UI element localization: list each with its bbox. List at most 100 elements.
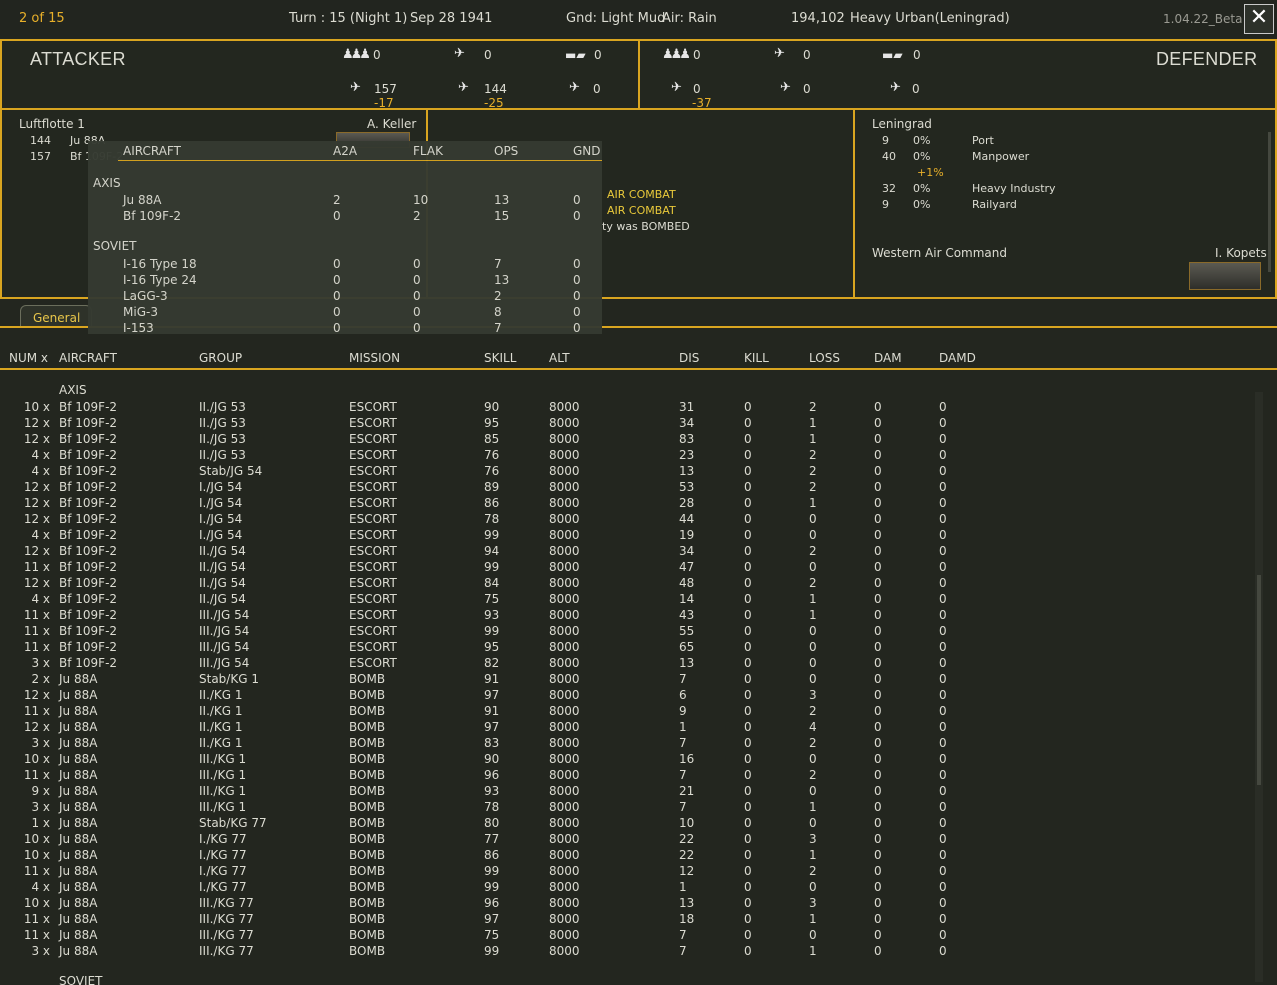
table-cell: I./KG 77 <box>199 864 247 878</box>
table-cell: I./JG 54 <box>199 480 243 494</box>
table-cell: 0 <box>809 624 817 638</box>
table-cell: Bf 109F-2 <box>59 544 118 558</box>
soviet-section-label: SOVIET <box>59 974 103 985</box>
table-cell: 2 x <box>31 672 50 686</box>
table-cell: 34 <box>679 544 695 558</box>
scrollbar[interactable] <box>1268 132 1271 272</box>
column-header[interactable]: MISSION <box>349 351 400 365</box>
table-cell: 8000 <box>549 512 580 526</box>
table-cell: I./JG 54 <box>199 512 243 526</box>
commander-portrait[interactable] <box>1189 262 1261 290</box>
scrollbar-thumb[interactable] <box>1257 575 1261 785</box>
table-cell: 13 <box>679 656 695 670</box>
table-cell: 8000 <box>549 608 580 622</box>
table-cell: 8000 <box>549 944 580 958</box>
column-header[interactable]: ALT <box>549 351 570 365</box>
column-header[interactable]: DAMD <box>939 351 976 365</box>
table-cell: 8000 <box>549 912 580 926</box>
table-cell: 12 x <box>23 720 50 734</box>
close-button[interactable]: ✕ <box>1244 4 1274 34</box>
column-header[interactable]: DAM <box>874 351 902 365</box>
table-cell: 8000 <box>549 688 580 702</box>
table-cell: 89 <box>484 480 500 494</box>
popup-axis-label: AXIS <box>93 176 121 190</box>
table-cell: 0 <box>874 400 882 414</box>
table-cell: 0 <box>939 672 947 686</box>
table-cell: 11 x <box>23 624 50 638</box>
popup-cell: Ju 88A <box>123 193 162 207</box>
column-header[interactable]: GROUP <box>199 351 242 365</box>
table-cell: 44 <box>679 512 695 526</box>
popup-cell: 0 <box>413 321 421 335</box>
table-cell: II./JG 53 <box>199 448 246 462</box>
table-cell: 0 <box>874 896 882 910</box>
table-cell: Ju 88A <box>59 768 98 782</box>
table-cell: 0 <box>874 688 882 702</box>
table-cell: 0 <box>874 448 882 462</box>
attacker-aircraft-count: 144 <box>30 134 51 147</box>
table-cell: 10 x <box>23 752 50 766</box>
table-cell: 8000 <box>549 896 580 910</box>
table-cell: 0 <box>874 672 882 686</box>
table-cell: 0 <box>874 512 882 526</box>
table-cell: 0 <box>939 704 947 718</box>
table-cell: BOMB <box>349 800 386 814</box>
table-cell: 22 <box>679 848 695 862</box>
top-bar: 2 of 15 Turn : 15 (Night 1) Sep 28 1941 … <box>0 0 1277 38</box>
table-cell: 0 <box>744 432 752 446</box>
table-cell: 10 x <box>23 400 50 414</box>
bomber-icon: ✈ <box>780 80 791 95</box>
table-cell: Bf 109F-2 <box>59 512 118 526</box>
table-cell: ESCORT <box>349 416 397 430</box>
tab-general-info[interactable]: General In <box>20 305 92 327</box>
table-cell: 9 <box>679 704 687 718</box>
column-header[interactable]: NUM x <box>9 351 48 365</box>
attacker-commander: A. Keller <box>367 117 417 131</box>
table-cell: 0 <box>809 816 817 830</box>
table-cell: 8000 <box>549 544 580 558</box>
table-cell: ESCORT <box>349 480 397 494</box>
table-cell: 0 <box>744 928 752 942</box>
table-cell: 95 <box>484 416 500 430</box>
column-header[interactable]: AIRCRAFT <box>59 351 117 365</box>
table-cell: 0 <box>939 624 947 638</box>
airplane-icon: ✈ <box>774 46 785 61</box>
table-cell: 11 x <box>23 768 50 782</box>
table-cell: 8000 <box>549 784 580 798</box>
terrain-label: Heavy Urban(Leningrad) <box>850 11 1010 26</box>
table-cell: 8000 <box>549 624 580 638</box>
attacker-panel: ATTACKER 🚶︎ ♟♟♟ 0 ✈ 0 ▬▰ 0 ✈ 157 -17 ✈ 1… <box>0 39 640 110</box>
table-cell: 0 <box>744 816 752 830</box>
table-cell: 4 x <box>31 592 50 606</box>
table-cell: BOMB <box>349 944 386 958</box>
target-damage: 0% <box>913 182 931 195</box>
column-header[interactable]: LOSS <box>809 351 840 365</box>
table-cell: Ju 88A <box>59 688 98 702</box>
table-cell: 0 <box>874 592 882 606</box>
table-cell: 0 <box>744 464 752 478</box>
table-cell: II./JG 53 <box>199 432 246 446</box>
table-cell: Bf 109F-2 <box>59 528 118 542</box>
table-cell: 0 <box>744 528 752 542</box>
fighter-icon: ✈ <box>350 80 361 95</box>
defender-fighter-count: 0 <box>693 82 701 96</box>
table-cell: 0 <box>744 880 752 894</box>
table-cell: 0 <box>744 784 752 798</box>
table-cell: 0 <box>744 832 752 846</box>
column-header[interactable]: SKILL <box>484 351 516 365</box>
combat-message: ty was BOMBED <box>602 220 690 233</box>
table-cell: Ju 88A <box>59 880 98 894</box>
column-header[interactable]: DIS <box>679 351 699 365</box>
table-cell: 0 <box>874 784 882 798</box>
table-cell: II./KG 1 <box>199 704 243 718</box>
target-damage: 0% <box>913 134 931 147</box>
table-cell: II./JG 53 <box>199 416 246 430</box>
table-cell: 0 <box>874 768 882 782</box>
table-cell: Ju 88A <box>59 736 98 750</box>
table-cell: ESCORT <box>349 512 397 526</box>
column-header[interactable]: KILL <box>744 351 769 365</box>
table-cell: 99 <box>484 864 500 878</box>
table-cell: III./JG 54 <box>199 608 250 622</box>
table-cell: II./JG 54 <box>199 544 246 558</box>
popup-cell: 0 <box>413 273 421 287</box>
